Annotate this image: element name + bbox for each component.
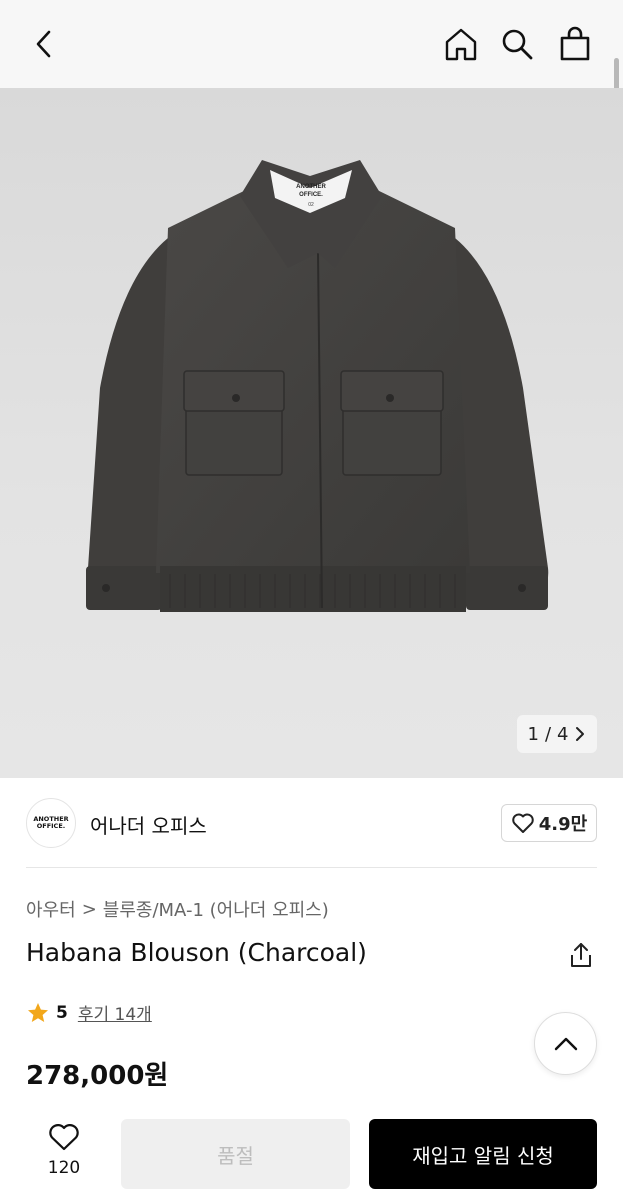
scroll-to-top-button[interactable] xyxy=(534,1012,597,1075)
home-icon xyxy=(445,28,477,61)
divider xyxy=(26,867,597,868)
search-icon xyxy=(502,29,533,60)
rating-score: 5 xyxy=(56,1002,68,1023)
chevron-up-icon xyxy=(554,1037,577,1050)
shopping-bag-icon xyxy=(560,26,590,61)
share-icon xyxy=(571,943,591,967)
wishlist-button[interactable]: 120 xyxy=(36,1122,92,1178)
cart-button[interactable] xyxy=(555,24,595,64)
bottom-action-bar: 120 품절 재입고 알림 신청 xyxy=(0,1110,623,1200)
brand-name[interactable]: 어나더 오피스 xyxy=(90,810,207,839)
heart-icon xyxy=(49,1124,79,1151)
share-button[interactable] xyxy=(566,940,596,970)
product-image: ANOTHER OFFICE. 02 xyxy=(86,160,549,612)
home-button[interactable] xyxy=(441,24,481,64)
jacket-label-size: 02 xyxy=(308,202,314,208)
gallery-pager[interactable]: 1 / 4 xyxy=(517,715,597,753)
brand-like-button[interactable]: 4.9만 xyxy=(501,804,597,842)
back-button[interactable] xyxy=(24,24,64,64)
brand-logo[interactable]: ANOTHER OFFICE. xyxy=(26,798,76,848)
jacket-label-line1: ANOTHER xyxy=(296,184,326,190)
breadcrumb: 아우터 > 블루종/MA-1 (어나더 오피스) xyxy=(26,896,329,922)
gallery-total: 4 xyxy=(557,723,569,745)
review-link[interactable]: 후기 14개 xyxy=(78,1000,152,1025)
top-nav-bar xyxy=(0,0,623,88)
product-price: 278,000원 xyxy=(26,1061,169,1091)
brand-like-count: 4.9만 xyxy=(538,814,588,835)
breadcrumb-subcategory[interactable]: 블루종/MA-1 (어나더 오피스) xyxy=(103,896,329,922)
search-button[interactable] xyxy=(497,24,537,64)
product-title: Habana Blouson (Charcoal) xyxy=(26,938,367,967)
star-icon xyxy=(28,1002,48,1022)
jacket-label-line2: OFFICE. xyxy=(299,192,323,198)
breadcrumb-category[interactable]: 아우터 xyxy=(26,896,76,922)
breadcrumb-separator: > xyxy=(81,898,97,920)
gallery-separator: / xyxy=(544,723,552,745)
chevron-left-icon xyxy=(36,30,51,58)
product-image-gallery[interactable]: ANOTHER OFFICE. 02 1 / 4 xyxy=(0,88,623,778)
heart-icon xyxy=(512,813,534,833)
soldout-button: 품절 xyxy=(121,1119,350,1189)
brand-row: ANOTHER OFFICE. 어나더 오피스 4.9만 xyxy=(0,778,623,868)
gallery-current: 1 xyxy=(527,723,539,745)
chevron-right-icon xyxy=(576,727,585,741)
restock-alert-button[interactable]: 재입고 알림 신청 xyxy=(369,1119,597,1189)
rating-row: 5 후기 14개 xyxy=(26,1000,152,1025)
wishlist-count: 120 xyxy=(47,1158,81,1178)
brand-logo-line2: OFFICE. xyxy=(36,822,66,830)
